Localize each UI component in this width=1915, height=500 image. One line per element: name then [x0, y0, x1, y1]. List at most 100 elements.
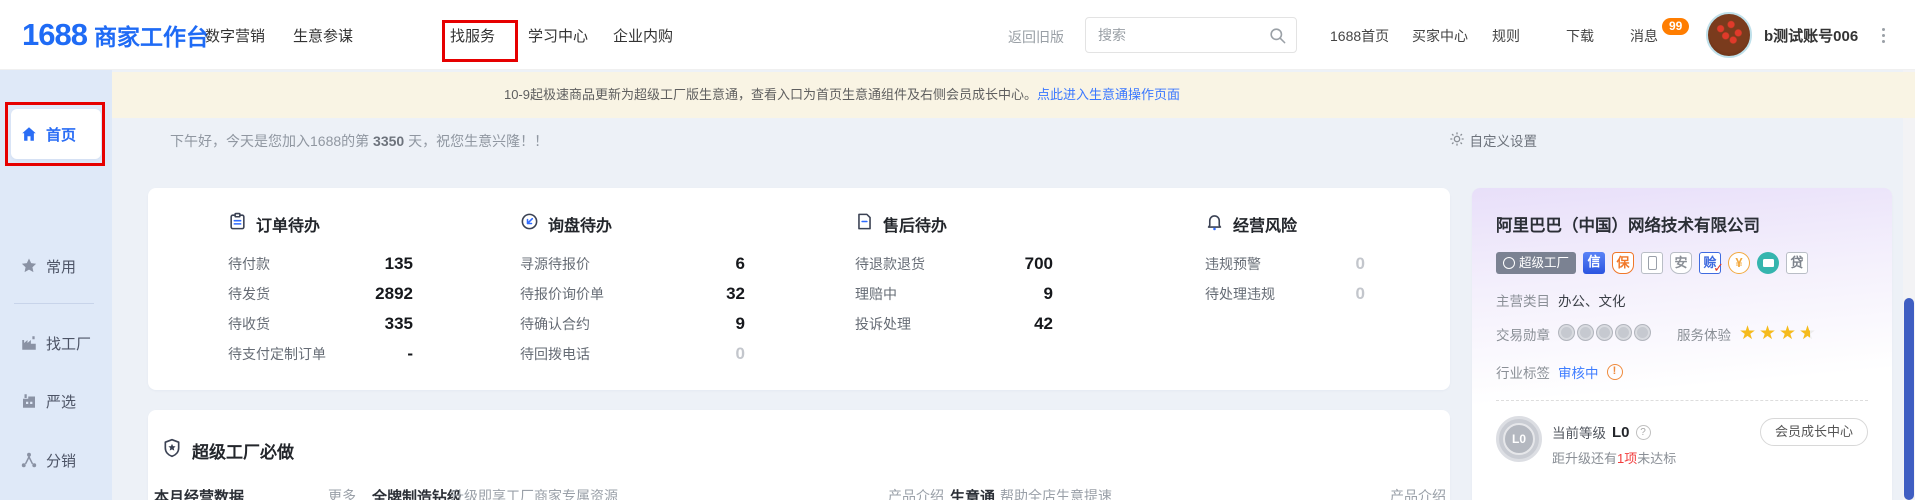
mobile-badge[interactable]	[1641, 252, 1663, 274]
super-factory-badge-label: 超级工厂	[1519, 252, 1569, 274]
current-level-value: L0	[1612, 424, 1630, 441]
logo-suffix: 商家工作台	[94, 18, 209, 52]
bank-card-badge[interactable]	[1757, 252, 1779, 274]
trade-medal-label: 交易勋章	[1496, 324, 1550, 344]
logo-1688[interactable]: 1688 商家工作台	[22, 17, 209, 53]
search-icon[interactable]	[1268, 26, 1287, 50]
network-icon	[20, 451, 38, 469]
link-buyer-center[interactable]: 买家中心	[1412, 26, 1468, 46]
logo-number: 1688	[22, 17, 87, 53]
todo-label: 寻源待报价	[520, 254, 590, 274]
company-name: 阿里巴巴（中国）网络技术有限公司	[1496, 212, 1760, 236]
shield-star-icon	[162, 438, 182, 463]
todo-row[interactable]: 理赔中9	[855, 279, 1053, 309]
message-count-badge[interactable]: 99	[1662, 18, 1689, 35]
star-icon	[1779, 324, 1799, 344]
todo-value: 6	[736, 254, 745, 274]
link-messages[interactable]: 消息	[1630, 26, 1658, 46]
gear-icon	[1449, 131, 1465, 150]
todo-value: 42	[1034, 314, 1053, 334]
trade-medal-icons	[1558, 324, 1653, 344]
industry-tag-label: 行业标签	[1496, 362, 1550, 382]
medal-icon	[1615, 324, 1632, 341]
todo-row[interactable]: 待确认合约9	[520, 309, 745, 339]
todo-value: 335	[385, 314, 413, 334]
strip-monthly-data: 本月经营数据	[154, 486, 244, 500]
under-review-link[interactable]: 审核中	[1558, 362, 1599, 382]
strip-product-intro[interactable]: 产品介绍	[888, 486, 944, 500]
factory-logo-icon	[1503, 257, 1515, 269]
annotation-box-nav-find-services	[442, 20, 518, 62]
todo-row[interactable]: 寻源待报价 6	[520, 249, 745, 279]
todo-row[interactable]: 待报价询价单32	[520, 279, 745, 309]
search-box[interactable]	[1085, 17, 1297, 53]
todo-value: 32	[726, 284, 745, 304]
todo-row[interactable]: 违规预警 0	[1205, 249, 1365, 279]
customize-settings-button[interactable]: 自定义设置	[1449, 130, 1538, 150]
currency-badge[interactable]: ¥	[1728, 252, 1750, 274]
notice-banner: 10-9起极速商品更新为超级工厂版生意通，查看入口为首页生意通组件及右侧会员成长…	[112, 72, 1915, 118]
loan-badge[interactable]: 贷	[1786, 252, 1808, 274]
todo-row[interactable]: 待处理违规 0	[1205, 279, 1365, 309]
todo-label: 投诉处理	[855, 314, 911, 334]
guarantee-badge[interactable]: 保	[1612, 252, 1634, 274]
todo-label: 待处理违规	[1205, 284, 1275, 304]
link-download[interactable]: 下载	[1566, 26, 1594, 46]
sidebar-item-label: 严选	[46, 391, 76, 412]
sidebar-item-distribution[interactable]: 分销	[0, 448, 112, 472]
todo-label: 理赔中	[855, 284, 897, 304]
link-rules[interactable]: 规则	[1492, 26, 1520, 46]
todo-label: 违规预警	[1205, 254, 1261, 274]
avatar[interactable]	[1706, 12, 1752, 58]
todo-summary-card: 订单待办 待付款135 待发货2892 待收货335 待支付定制订单- 询盘待办…	[148, 188, 1450, 390]
todo-label: 待支付定制订单	[228, 344, 326, 364]
member-growth-center-button[interactable]: 会员成长中心	[1760, 418, 1868, 446]
link-1688-home[interactable]: 1688首页	[1330, 26, 1389, 46]
sidebar-divider	[14, 303, 94, 304]
banner-link[interactable]: 点此进入生意通操作页面	[1037, 87, 1180, 102]
sidebar-item-strict-selection[interactable]: 严选	[0, 389, 112, 413]
todo-label: 待退款退货	[855, 254, 925, 274]
greeting-suffix: 天，祝您生意兴隆！！	[404, 133, 548, 149]
integrity-badge[interactable]: 信	[1583, 252, 1605, 274]
super-factory-card-title: 超级工厂必做	[192, 438, 294, 463]
todo-label: 待发货	[228, 284, 270, 304]
todo-row[interactable]: 待收货335	[228, 309, 413, 339]
todo-column-inquiries: 询盘待办 寻源待报价6 待报价询价单32 待确认合约9 待回拨电话0	[520, 212, 745, 369]
todo-row[interactable]: 待支付定制订单-	[228, 339, 413, 369]
credit-purchase-badge[interactable]: 赊	[1699, 252, 1721, 274]
strip-product-intro[interactable]: 产品介绍	[1390, 486, 1446, 500]
todo-row[interactable]: 待付款135	[228, 249, 413, 279]
building-icon	[20, 392, 38, 410]
question-icon[interactable]	[1636, 425, 1651, 440]
sidebar-item-find-factory[interactable]: 找工厂	[0, 331, 112, 355]
scrollbar-thumb[interactable]	[1904, 298, 1914, 500]
super-factory-badge[interactable]: 超级工厂	[1496, 252, 1576, 274]
company-badges: 超级工厂 信 保 安 赊 ¥ 贷	[1496, 252, 1808, 274]
todo-value: 0	[1356, 254, 1365, 274]
sidebar-item-favorites[interactable]: 常用	[0, 254, 112, 278]
nav-enterprise-purchase[interactable]: 企业内购	[613, 25, 673, 46]
todo-row[interactable]: 待退款退货700	[855, 249, 1053, 279]
level-medal-icon: L0	[1496, 416, 1542, 462]
half-star-icon	[1799, 324, 1819, 344]
todo-column-aftersales: 售后待办 待退款退货700 理赔中9 投诉处理42	[855, 212, 1053, 339]
nav-learning-center[interactable]: 学习中心	[528, 25, 588, 46]
nav-digital-marketing[interactable]: 数字营销	[205, 25, 265, 46]
strip-more-link[interactable]: 更多	[328, 486, 356, 500]
security-badge[interactable]: 安	[1670, 252, 1692, 274]
back-to-old-version-link[interactable]: 返回旧版	[1008, 27, 1064, 47]
more-menu-icon[interactable]	[1882, 34, 1885, 37]
todo-row[interactable]: 待回拨电话0	[520, 339, 745, 369]
todo-value: 0	[1356, 284, 1365, 304]
strip-speedup-desc: 帮助全店生意提速	[1000, 486, 1112, 500]
nav-business-advisor[interactable]: 生意参谋	[293, 25, 353, 46]
star-icon	[1739, 324, 1759, 344]
todo-row[interactable]: 投诉处理 42	[855, 309, 1053, 339]
search-input[interactable]	[1086, 18, 1266, 52]
company-panel: 阿里巴巴（中国）网络技术有限公司 超级工厂 信 保 安 赊 ¥ 贷 主营类目 办…	[1472, 188, 1892, 500]
current-level-row: 当前等级 L0	[1552, 422, 1651, 442]
todo-column-title: 经营风险	[1233, 212, 1297, 236]
account-name[interactable]: b测试账号006	[1764, 25, 1858, 46]
todo-row[interactable]: 待发货2892	[228, 279, 413, 309]
